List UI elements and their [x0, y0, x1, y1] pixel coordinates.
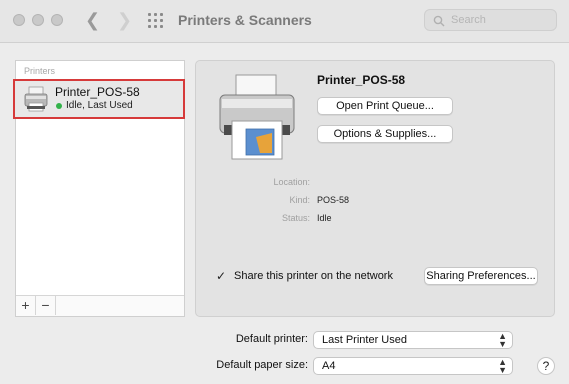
show-all-grid-icon[interactable]	[148, 13, 166, 29]
list-toolbar: + −	[16, 295, 184, 316]
zoom-window-button[interactable]	[51, 14, 63, 26]
help-button[interactable]: ?	[537, 357, 555, 375]
select-chevron-icon: ▲ ▼	[498, 357, 507, 375]
open-print-queue-button[interactable]: Open Print Queue...	[317, 97, 453, 115]
minimize-window-button[interactable]	[32, 14, 44, 26]
default-printer-select[interactable]: Last Printer Used ▲ ▼	[313, 331, 513, 349]
share-printer-checkbox[interactable]: ✓	[216, 270, 228, 282]
printer-item-status: Idle, Last Used	[66, 100, 133, 111]
search-icon	[433, 15, 445, 27]
back-arrow-icon[interactable]: ❮	[85, 9, 100, 31]
kind-value: POS-58	[317, 195, 350, 205]
printer-item-name: Printer_POS-58	[55, 85, 140, 99]
default-paper-size-label: Default paper size:	[216, 359, 308, 371]
printer-large-icon	[219, 74, 295, 160]
default-paper-size-select[interactable]: A4 ▲ ▼	[313, 357, 513, 375]
remove-printer-button[interactable]: −	[36, 296, 56, 315]
forward-arrow-icon[interactable]: ❯	[117, 9, 132, 31]
title-bar: ❮ ❯ Printers & Scanners Search	[0, 0, 569, 43]
sharing-preferences-button[interactable]: Sharing Preferences...	[424, 267, 538, 285]
printer-list-item[interactable]: Printer_POS-58 Idle, Last Used	[13, 79, 185, 119]
window-title: Printers & Scanners	[178, 12, 312, 28]
search-field[interactable]: Search	[424, 9, 557, 31]
status-value: Idle	[317, 213, 332, 223]
default-printer-label: Default printer:	[235, 333, 308, 345]
printer-name-heading: Printer_POS-58	[317, 73, 406, 87]
printer-detail-panel: Printer_POS-58 Open Print Queue... Optio…	[195, 60, 555, 317]
default-paper-size-value: A4	[322, 360, 336, 372]
options-supplies-button[interactable]: Options & Supplies...	[317, 125, 453, 143]
status-label: Status:	[281, 213, 310, 223]
add-printer-button[interactable]: +	[16, 296, 36, 315]
close-window-button[interactable]	[13, 14, 25, 26]
default-printer-value: Last Printer Used	[322, 334, 407, 346]
status-dot-icon	[56, 103, 62, 109]
kind-label: Kind:	[289, 195, 310, 205]
search-placeholder: Search	[451, 14, 486, 26]
printers-list-header: Printers	[24, 66, 56, 76]
printers-list: Printers Printer_POS-58 Idle, Last Used …	[13, 60, 185, 317]
location-label: Location:	[273, 177, 310, 187]
select-chevron-icon: ▲ ▼	[498, 331, 507, 349]
printer-icon	[24, 86, 48, 112]
share-printer-label: Share this printer on the network	[234, 270, 393, 282]
